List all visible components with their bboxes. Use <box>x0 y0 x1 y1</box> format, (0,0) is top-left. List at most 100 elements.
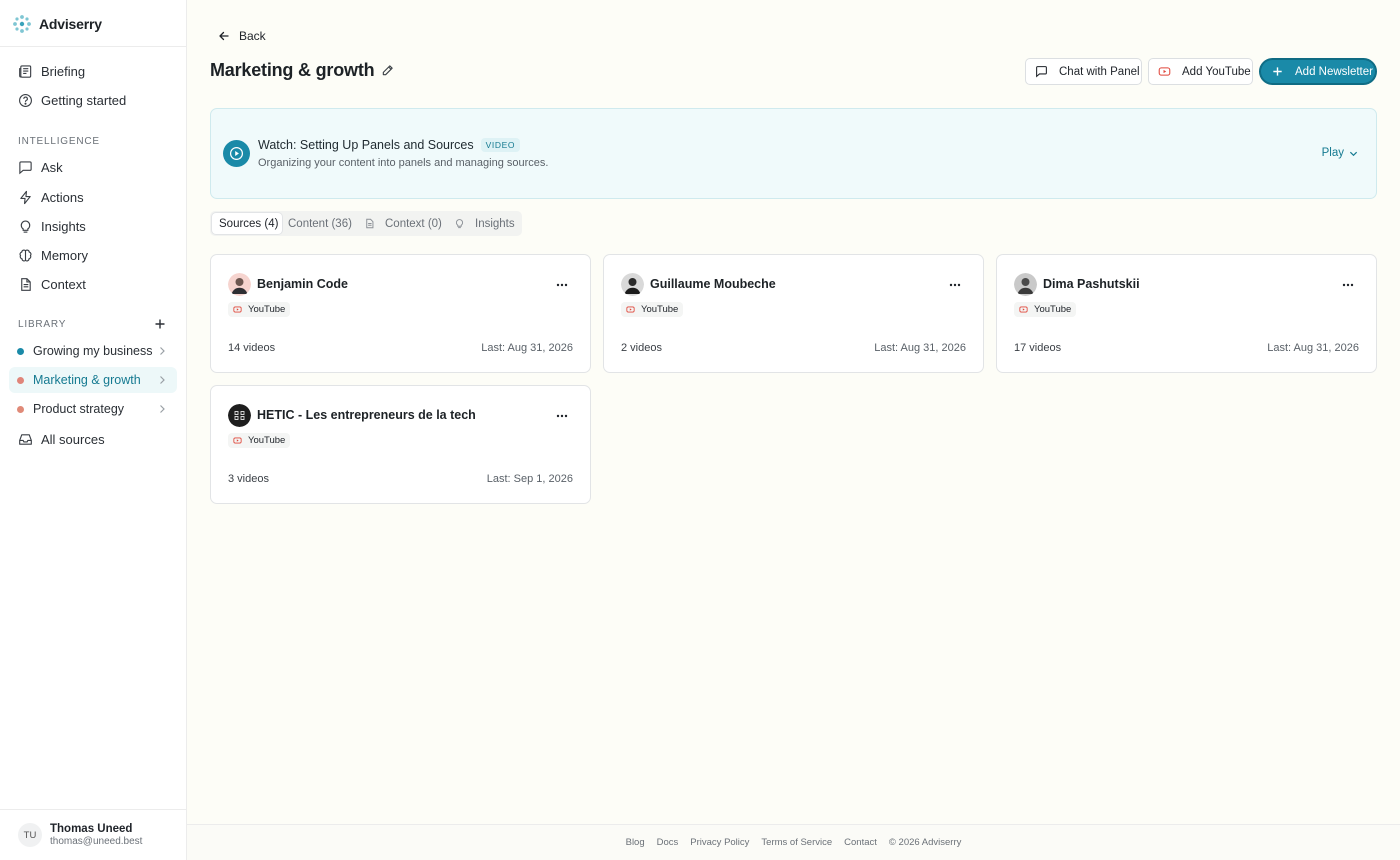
source-card[interactable]: HETIC - Les entrepreneurs de la tech You… <box>210 385 591 504</box>
source-card[interactable]: Dima Pashutskii YouTube 17 videos Last: … <box>996 254 1377 373</box>
video-title-row: Watch: Setting Up Panels and Sources VID… <box>258 138 521 152</box>
library-item-label: Marketing & growth <box>33 373 141 387</box>
avatar <box>228 273 251 296</box>
arrow-left-icon <box>219 31 229 41</box>
source-name: Benjamin Code <box>257 277 348 291</box>
section-label-library: LIBRARY <box>18 319 67 330</box>
sidebar-item-actions[interactable]: Actions <box>9 184 177 210</box>
source-name: Dima Pashutskii <box>1043 277 1140 291</box>
user-email: thomas@uneed.best <box>50 836 143 847</box>
youtube-icon <box>626 306 635 313</box>
tab-context[interactable]: Context (0) <box>362 213 446 234</box>
tab-label: Insights <box>475 217 515 230</box>
more-horizontal-icon[interactable] <box>1342 279 1354 291</box>
lightbulb-icon <box>20 220 31 233</box>
sidebar-item-label: Actions <box>41 189 84 205</box>
divider <box>0 809 186 810</box>
tab-insights[interactable]: Insights <box>452 213 518 234</box>
lightbulb-icon <box>455 219 464 229</box>
sidebar-item-context[interactable]: Context <box>9 271 177 297</box>
video-tutorial-banner[interactable]: Watch: Setting Up Panels and Sources VID… <box>210 108 1377 199</box>
platform-label: YouTube <box>641 304 679 315</box>
source-name: HETIC - Les entrepreneurs de la tech <box>257 408 476 422</box>
chat-with-panel-button[interactable]: Chat with Panel <box>1025 58 1142 85</box>
divider <box>0 46 186 47</box>
footer-link-docs[interactable]: Docs <box>657 837 679 848</box>
last-updated: Last: Aug 31, 2026 <box>1267 342 1359 354</box>
footer-link-terms[interactable]: Terms of Service <box>761 837 832 848</box>
youtube-icon <box>233 306 242 313</box>
sidebar: Adviserry Briefing Getting started INTEL… <box>0 0 187 860</box>
source-name: Guillaume Moubeche <box>650 277 776 291</box>
video-count: 17 videos <box>1014 342 1062 354</box>
platform-label: YouTube <box>1034 304 1072 315</box>
tab-content[interactable]: Content (36) <box>284 213 356 234</box>
library-item-label: Product strategy <box>33 402 125 416</box>
sidebar-item-all-sources[interactable]: All sources <box>9 426 177 452</box>
more-horizontal-icon[interactable] <box>556 279 568 291</box>
source-card[interactable]: Benjamin Code YouTube 14 videos Last: Au… <box>210 254 591 373</box>
brand-logo-icon <box>13 15 31 33</box>
tab-sources[interactable]: Sources (4) <box>212 213 282 234</box>
source-card[interactable]: Guillaume Moubeche YouTube 2 videos Last… <box>603 254 984 373</box>
back-label: Back <box>239 29 266 43</box>
footer-copyright: © 2026 Adviserry <box>888 837 962 848</box>
back-link[interactable]: Back <box>218 28 266 44</box>
more-horizontal-icon[interactable] <box>556 410 568 422</box>
add-newsletter-button[interactable]: Add Newsletter <box>1259 58 1377 85</box>
library-item-label: Growing my business <box>33 344 153 358</box>
sidebar-item-briefing[interactable]: Briefing <box>9 58 177 84</box>
add-youtube-button[interactable]: Add YouTube <box>1148 58 1253 85</box>
more-horizontal-icon[interactable] <box>949 279 961 291</box>
avatar <box>228 404 251 427</box>
play-circle-icon[interactable] <box>223 140 250 167</box>
library-color-dot <box>17 347 24 355</box>
user-name: Thomas Uneed <box>50 823 133 835</box>
platform-label: YouTube <box>248 304 286 315</box>
section-label-intelligence: INTELLIGENCE <box>18 136 100 147</box>
user-profile[interactable]: TU Thomas Uneed thomas@uneed.best <box>18 822 142 848</box>
sidebar-item-label: Memory <box>41 247 88 263</box>
tab-bar: Sources (4) Content (36) Context (0) Ins… <box>210 211 522 236</box>
tab-label: Sources (4) <box>219 217 279 230</box>
platform-label: YouTube <box>248 435 286 446</box>
tab-label: Content (36) <box>288 217 352 230</box>
library-item-product-strategy[interactable]: Product strategy <box>9 396 177 422</box>
sidebar-item-label: Insights <box>41 218 86 234</box>
sidebar-item-insights[interactable]: Insights <box>9 213 177 239</box>
sidebar-item-getting-started[interactable]: Getting started <box>9 87 177 113</box>
library-item-growing-my-business[interactable]: Growing my business <box>9 338 177 364</box>
platform-badge: YouTube <box>228 302 291 317</box>
plus-icon <box>1273 67 1282 76</box>
page-title: Marketing & growth <box>210 60 375 80</box>
footer-link-privacy[interactable]: Privacy Policy <box>690 837 749 848</box>
message-square-icon <box>1036 66 1047 78</box>
footer-link-blog[interactable]: Blog <box>626 837 645 848</box>
sidebar-item-label: All sources <box>41 431 105 447</box>
avatar <box>1014 273 1037 296</box>
footer-link-contact[interactable]: Contact <box>844 837 877 848</box>
plus-icon[interactable] <box>153 317 167 331</box>
play-toggle[interactable]: Play <box>1322 147 1358 159</box>
help-circle-icon <box>19 93 32 107</box>
message-square-icon <box>19 160 32 174</box>
brain-icon <box>19 249 32 261</box>
library-item-marketing-and-growth[interactable]: Marketing & growth <box>9 367 177 393</box>
avatar <box>621 273 644 296</box>
last-updated: Last: Sep 1, 2026 <box>486 473 573 485</box>
brand[interactable]: Adviserry <box>12 13 102 35</box>
play-label: Play <box>1321 147 1344 159</box>
sidebar-item-memory[interactable]: Memory <box>9 242 177 268</box>
file-text-icon <box>366 218 374 229</box>
sidebar-item-label: Briefing <box>41 63 86 79</box>
library-color-dot <box>17 376 24 384</box>
button-label: Add YouTube <box>1182 65 1251 78</box>
pencil-icon[interactable] <box>381 64 394 77</box>
library-color-dot <box>17 405 24 413</box>
video-count: 14 videos <box>228 342 276 354</box>
video-title: Watch: Setting Up Panels and Sources <box>258 138 474 152</box>
video-count: 2 videos <box>621 342 662 354</box>
tab-label: Context (0) <box>385 217 442 230</box>
zap-icon <box>20 190 31 204</box>
sidebar-item-ask[interactable]: Ask <box>9 154 177 180</box>
